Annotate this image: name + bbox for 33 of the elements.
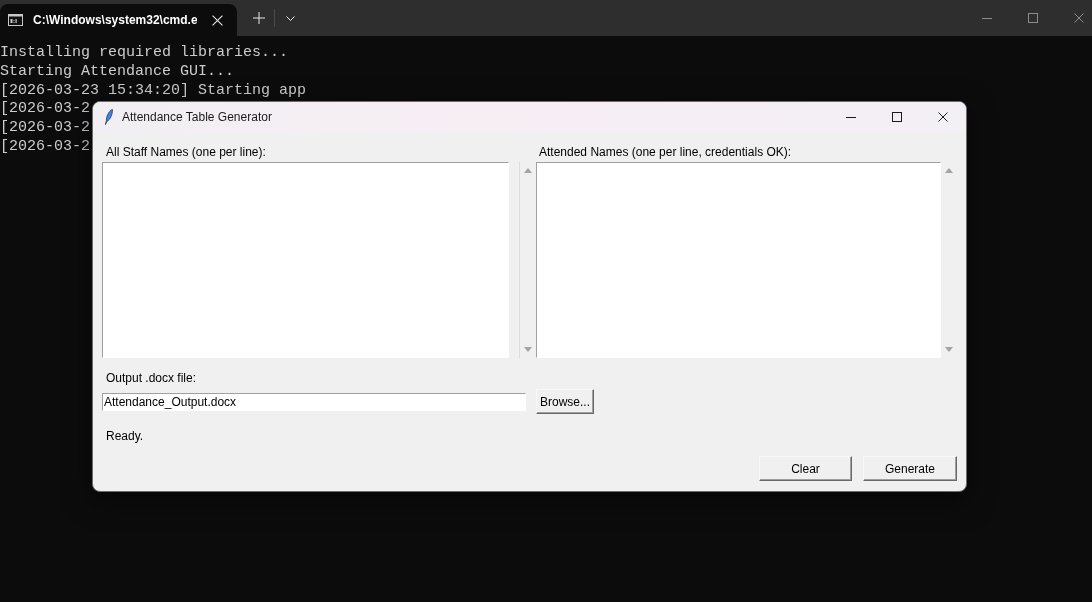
window-title: Attendance Table Generator (122, 110, 272, 124)
scroll-up-arrow-icon (524, 168, 532, 173)
chevron-down-icon (285, 15, 295, 21)
field-label: Attended Names (one per line, credentials OK): (538, 144, 792, 160)
feather-icon (105, 109, 113, 125)
field-label: Output .docx file: (105, 370, 197, 386)
close-icon (938, 112, 948, 122)
terminal-line: [2026-03-2 (0, 138, 90, 157)
terminal-line: [2026-03-2 (0, 119, 90, 138)
terminal-line: Starting Attendance GUI... (0, 62, 235, 82)
browse-button[interactable]: Browse... (536, 389, 594, 414)
status-text: Ready. (105, 428, 144, 444)
minimize-icon (982, 17, 992, 19)
scroll-down-arrow-icon (524, 347, 532, 352)
minimize-icon (846, 116, 856, 118)
terminal-line: [2026-03-23 15:34:20] Starting app (0, 81, 307, 101)
terminal-icon (8, 14, 23, 26)
scroll-up-arrow-icon (945, 168, 953, 173)
output-file-field[interactable]: Attendance_Output.docx (102, 392, 526, 411)
plus-icon (253, 12, 265, 24)
generate-button[interactable]: Generate (863, 456, 957, 481)
clear-button[interactable]: Clear (759, 456, 852, 481)
scroll-down-arrow-icon (945, 347, 953, 352)
maximize-icon (1028, 13, 1038, 23)
terminal-tab[interactable]: C:\Windows\system32\cmd.e (0, 4, 237, 36)
maximize-icon (892, 112, 902, 122)
terminal-line: Installing required libraries... (0, 44, 289, 63)
attended-names-field[interactable] (536, 162, 941, 358)
terminal-line: [2026-03-2 (0, 100, 90, 120)
field-label: All Staff Names (one per line): (105, 144, 266, 160)
close-icon (211, 14, 223, 26)
close-icon (1074, 13, 1084, 23)
staff-names-field[interactable] (102, 162, 509, 358)
